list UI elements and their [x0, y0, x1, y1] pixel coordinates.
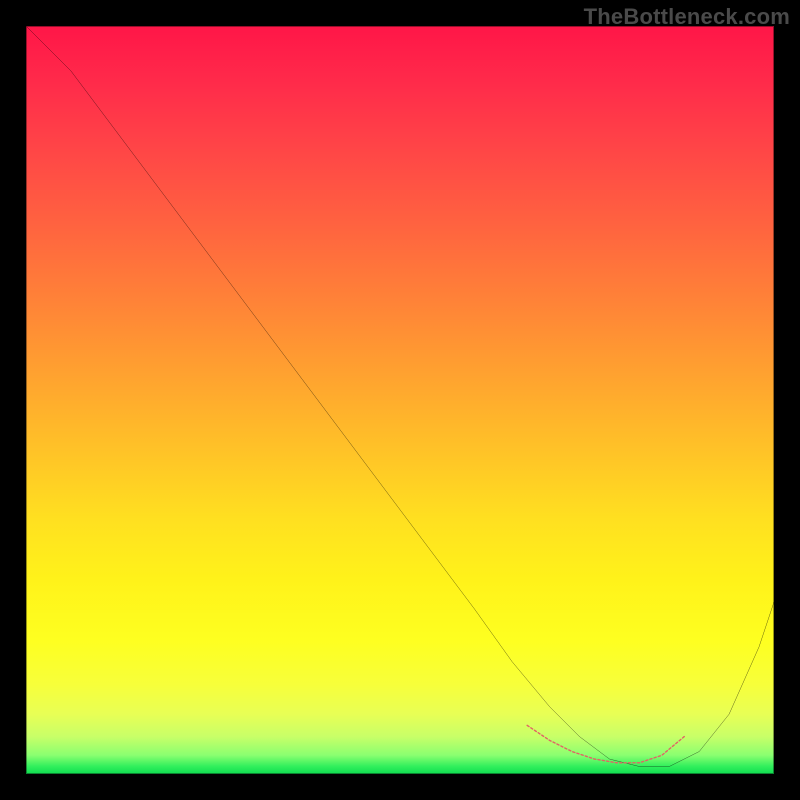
plot-area	[26, 26, 774, 774]
valley-marker-path	[527, 725, 684, 762]
curve-overlay	[26, 26, 774, 774]
watermark-label: TheBottleneck.com	[584, 4, 790, 30]
chart-canvas: TheBottleneck.com	[0, 0, 800, 800]
bottleneck-curve	[26, 26, 774, 767]
